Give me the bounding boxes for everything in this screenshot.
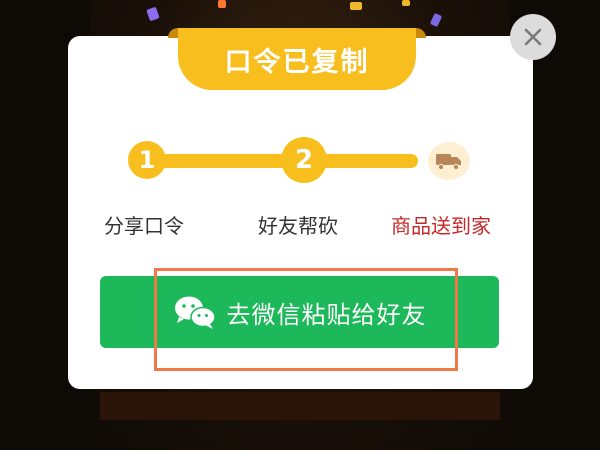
confetti-piece xyxy=(218,0,226,8)
close-icon xyxy=(524,28,542,46)
step-3-label: 商品送到家 xyxy=(391,214,491,238)
wechat-icon xyxy=(174,296,216,329)
dialog-title-banner: 口令已复制 xyxy=(168,28,426,90)
close-button[interactable] xyxy=(510,14,556,60)
truck-icon xyxy=(436,154,461,171)
wechat-paste-label: 去微信粘贴给好友 xyxy=(226,300,427,329)
step-1-marker: 1 xyxy=(128,141,166,179)
dialog-title: 口令已复制 xyxy=(224,46,370,78)
step-2-label: 好友帮砍 xyxy=(258,214,338,238)
background-strip xyxy=(100,392,500,420)
wechat-paste-button[interactable]: 去微信粘贴给好友 xyxy=(100,276,499,348)
confetti-piece xyxy=(350,2,362,10)
step-1-label: 分享口令 xyxy=(104,214,184,238)
step-2-marker: 2 xyxy=(281,137,327,183)
step-3-marker xyxy=(428,142,470,180)
confetti-piece xyxy=(402,0,410,6)
